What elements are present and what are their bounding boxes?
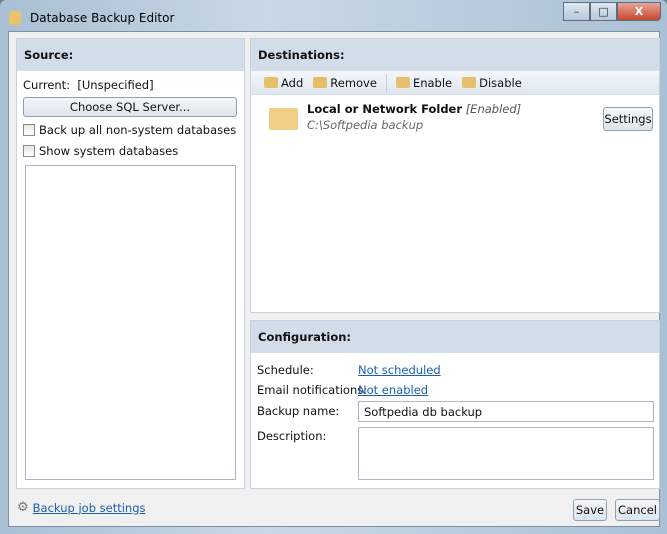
destinations-panel: Destinations: Add Remove Enable Disable … (250, 38, 660, 313)
enable-label: Enable (412, 75, 453, 90)
current-source: Current: [Unspecified] (23, 78, 154, 92)
configuration-panel: Configuration: Schedule: Not scheduled E… (250, 320, 660, 489)
disable-label: Disable (479, 75, 522, 90)
close-button[interactable]: X (617, 2, 661, 21)
description-input[interactable] (358, 427, 654, 480)
source-panel: Source: Current: [Unspecified] Choose SQ… (16, 38, 245, 489)
checkbox-box[interactable] (23, 145, 35, 157)
destination-status: [Enabled] (465, 102, 522, 116)
configuration-header: Configuration: (251, 321, 659, 353)
source-header: Source: (17, 39, 244, 71)
gear-icon: ⚙ (17, 500, 29, 515)
destinations-header: Destinations: (251, 39, 659, 71)
checkbox-box[interactable] (23, 124, 35, 136)
minimize-button[interactable]: – (563, 2, 590, 21)
description-label: Description: (257, 429, 327, 443)
current-label: Current: (23, 78, 71, 92)
disable-folder-icon (462, 77, 477, 88)
add-button[interactable]: Add (261, 76, 306, 90)
enable-button[interactable]: Enable (393, 76, 455, 90)
settings-button[interactable]: Settings (603, 107, 653, 131)
database-icon (9, 11, 21, 25)
disable-button[interactable]: Disable (459, 76, 525, 90)
add-label: Add (281, 75, 304, 90)
cancel-button[interactable]: Cancel (615, 499, 660, 521)
backup-all-checkbox[interactable]: Back up all non-system databases (23, 123, 236, 137)
destination-name: Local or Network Folder (307, 102, 463, 116)
backup-name-label: Backup name: (257, 404, 340, 418)
toolbar-separator (385, 73, 387, 92)
backup-job-settings-link[interactable]: Backup job settings (33, 501, 146, 515)
save-button[interactable]: Save (573, 499, 607, 521)
folder-icon (269, 108, 298, 130)
remove-label: Remove (330, 75, 377, 90)
backup-name-input[interactable]: Softpedia db backup (358, 401, 654, 422)
choose-sql-server-button[interactable]: Choose SQL Server... (23, 97, 237, 117)
window-title: Database Backup Editor (30, 11, 175, 25)
checkbox-label: Back up all non-system databases (39, 123, 237, 137)
email-label: Email notifications: (257, 383, 368, 397)
schedule-link[interactable]: Not scheduled (358, 363, 441, 377)
database-list[interactable] (25, 165, 236, 480)
client-area: Source: Current: [Unspecified] Choose SQ… (8, 31, 660, 527)
checkbox-label: Show system databases (39, 144, 179, 158)
current-value: [Unspecified] (77, 78, 154, 92)
show-system-checkbox[interactable]: Show system databases (23, 144, 178, 158)
destinations-toolbar: Add Remove Enable Disable (251, 71, 659, 95)
remove-folder-icon (313, 77, 328, 88)
remove-button[interactable]: Remove (310, 76, 380, 90)
backup-job-settings[interactable]: ⚙ Backup job settings (17, 500, 146, 515)
destination-path: C:\Softpedia backup (307, 118, 424, 132)
email-link[interactable]: Not enabled (358, 383, 428, 397)
add-folder-icon (264, 77, 278, 88)
destination-item[interactable]: Local or Network Folder [Enabled] C:\Sof… (251, 99, 659, 139)
maximize-button[interactable]: □ (590, 2, 617, 21)
enable-folder-icon (395, 77, 410, 88)
schedule-label: Schedule: (257, 363, 314, 377)
